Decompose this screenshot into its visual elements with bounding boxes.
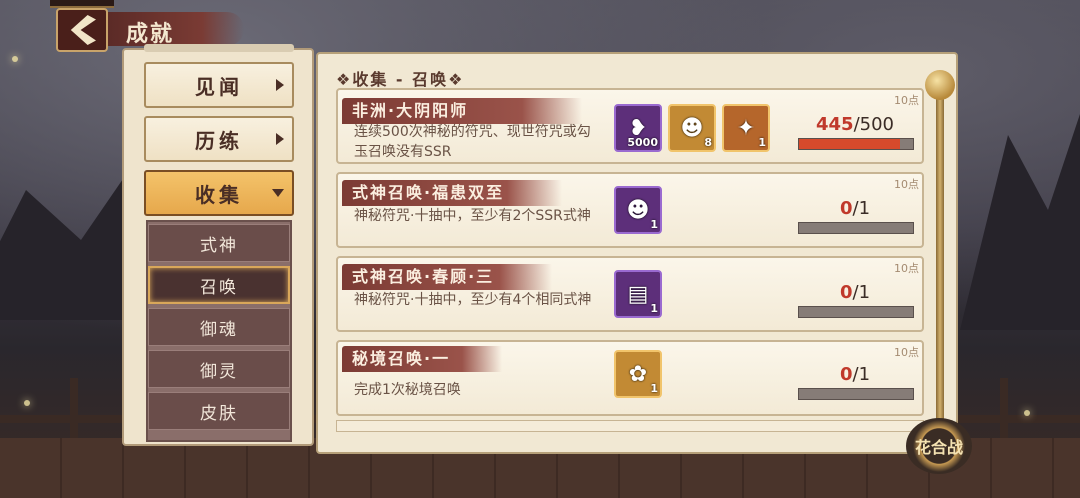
progress-current: 445 xyxy=(816,114,854,135)
points-tag: 10点 xyxy=(894,94,919,107)
railing-post xyxy=(70,378,78,438)
achievement-title: 秘境召唤·一 xyxy=(342,346,502,372)
section-title: ❖收集 - 召唤❖ xyxy=(336,70,465,89)
progress-fill xyxy=(799,139,901,149)
progress-current: 0 xyxy=(840,282,853,303)
progress-total: /1 xyxy=(852,198,871,219)
points-tag: 10点 xyxy=(894,178,919,191)
achievement-title: 非洲·大阴阳师 xyxy=(342,98,582,124)
submenu-item-zhaohuan[interactable]: 召唤 xyxy=(148,266,290,304)
scrollbar-handle[interactable] xyxy=(925,70,955,100)
hanahe-event-button[interactable]: 花合战 xyxy=(906,418,972,474)
reward-item[interactable]: ✿ 1 xyxy=(614,350,662,398)
achievement-description: 连续500次神秘的符咒、现世符咒或勾玉召唤没有SSR xyxy=(354,124,591,160)
reward-count: 1 xyxy=(650,302,658,315)
progress-count: 445/500 xyxy=(816,114,894,135)
menu-item-jianwen[interactable]: 见闻 xyxy=(144,62,294,108)
railing-post xyxy=(1000,378,1008,438)
scrollbar[interactable] xyxy=(936,80,944,440)
reward-count: 1 xyxy=(758,136,766,149)
points-tag: 10点 xyxy=(894,346,919,359)
reward-item[interactable]: ✦ 1 xyxy=(722,104,770,152)
progress-bar xyxy=(798,138,914,150)
achievement-title: 式神召唤·春顾·三 xyxy=(342,264,552,290)
back-arrow-icon xyxy=(70,15,96,45)
menu-scroll-top xyxy=(144,44,294,52)
achievement-description: 完成1次秘境召唤 xyxy=(354,382,461,398)
points-tag: 10点 xyxy=(894,262,919,275)
firefly-decoration xyxy=(24,400,30,406)
firefly-decoration xyxy=(12,56,18,62)
reward-item[interactable]: ❥ 5000 xyxy=(614,104,662,152)
reward-item[interactable]: ☻ 8 xyxy=(668,104,716,152)
reward-item[interactable]: ▤ 1 xyxy=(614,270,662,318)
progress-count: 0/1 xyxy=(840,364,870,385)
progress-total: /500 xyxy=(853,114,894,135)
progress-count: 0/1 xyxy=(840,198,870,219)
progress-current: 0 xyxy=(840,198,853,219)
arrow-right-icon xyxy=(276,133,284,145)
progress-current: 0 xyxy=(840,364,853,385)
menu-item-label: 历练 xyxy=(195,128,243,153)
menu-item-label: 见闻 xyxy=(195,74,243,99)
firefly-decoration xyxy=(1024,410,1030,416)
reward-count: 1 xyxy=(650,218,658,231)
submenu-item-yuhun[interactable]: 御魂 xyxy=(148,308,290,346)
reward-item[interactable]: ☻ 1 xyxy=(614,186,662,234)
menu-item-shouji[interactable]: 收集 xyxy=(144,170,294,216)
next-card-edge xyxy=(336,420,924,432)
progress-total: /1 xyxy=(852,364,871,385)
arrow-right-icon xyxy=(276,79,284,91)
achievement-title: 式神召唤·福患双至 xyxy=(342,180,562,206)
achievement-description: 神秘符咒·十抽中，至少有2个SSR式神 xyxy=(354,208,591,224)
reward-count: 5000 xyxy=(627,136,658,149)
submenu-item-pifu[interactable]: 皮肤 xyxy=(148,392,290,430)
menu-item-label: 收集 xyxy=(195,182,243,207)
progress-bar xyxy=(798,388,914,400)
progress-bar xyxy=(798,222,914,234)
achievement-description: 神秘符咒·十抽中，至少有4个相同式神 xyxy=(354,292,592,308)
reward-count: 1 xyxy=(650,382,658,395)
reward-count: 8 xyxy=(704,136,712,149)
arrow-down-icon xyxy=(272,189,284,197)
submenu-item-shishen[interactable]: 式神 xyxy=(148,224,290,262)
progress-count: 0/1 xyxy=(840,282,870,303)
header-ornament xyxy=(50,0,114,8)
progress-total: /1 xyxy=(852,282,871,303)
menu-item-lilian[interactable]: 历练 xyxy=(144,116,294,162)
back-button[interactable] xyxy=(56,8,108,52)
submenu-item-yuling[interactable]: 御灵 xyxy=(148,350,290,388)
progress-bar xyxy=(798,306,914,318)
